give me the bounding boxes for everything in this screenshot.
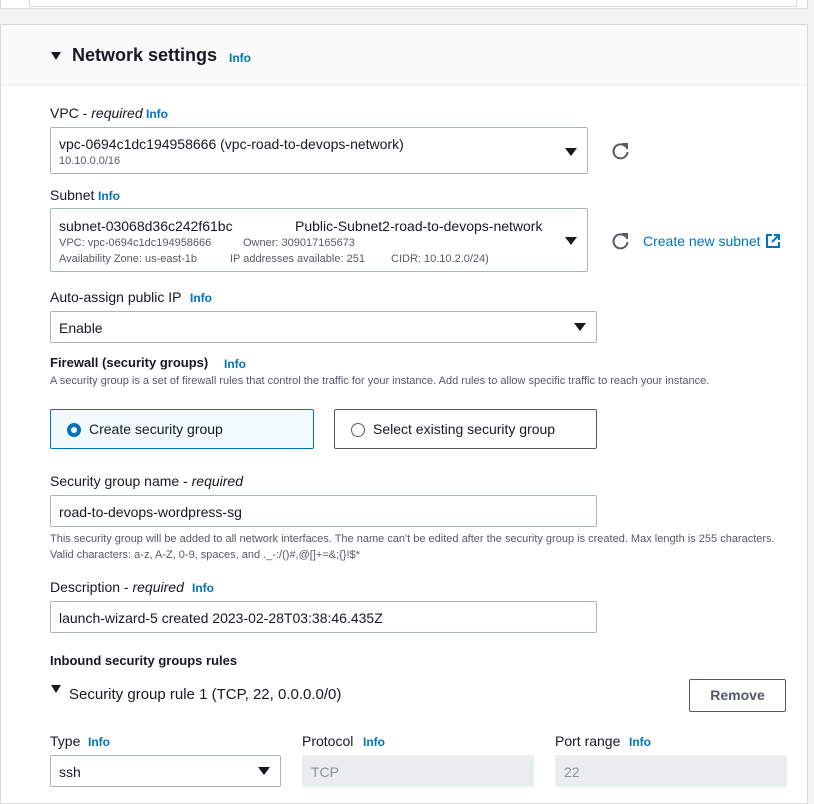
- remove-rule-button[interactable]: Remove: [689, 679, 786, 712]
- vpc-label: VPC - required: [50, 105, 143, 121]
- radio-unselected-icon[interactable]: [351, 423, 365, 437]
- caret-down-icon[interactable]: [51, 52, 61, 60]
- section-info-link[interactable]: Info: [229, 51, 251, 65]
- sg-name-input[interactable]: road-to-devops-wordpress-sg: [50, 495, 597, 527]
- section-title: Network settings: [72, 45, 218, 65]
- refresh-icon[interactable]: [611, 231, 631, 251]
- chevron-down-icon: [565, 237, 577, 245]
- type-info-link[interactable]: Info: [88, 735, 110, 749]
- auto-assign-info-link[interactable]: Info: [190, 291, 212, 305]
- chevron-down-icon: [574, 323, 586, 331]
- port-range-label: Port range: [555, 733, 621, 749]
- protocol-input: TCP: [302, 755, 534, 787]
- auto-assign-label: Auto-assign public IP: [50, 289, 182, 305]
- select-existing-security-group-option[interactable]: Select existing security group: [334, 409, 597, 449]
- caret-down-icon[interactable]: [51, 685, 61, 693]
- chevron-down-icon: [258, 767, 270, 775]
- sg-name-value: road-to-devops-wordpress-sg: [59, 504, 242, 520]
- port-range-value: 22: [564, 764, 580, 780]
- type-value: ssh: [59, 764, 81, 780]
- chevron-down-icon: [565, 148, 577, 156]
- subnet-cidr: CIDR: 10.10.2.0/24): [391, 253, 489, 265]
- sg-name-help: This security group will be added to all…: [50, 533, 775, 561]
- firewall-description: A security group is a set of firewall ru…: [50, 375, 710, 387]
- type-label: Type: [50, 733, 81, 749]
- vpc-info-link[interactable]: Info: [146, 107, 168, 121]
- description-value: launch-wizard-5 created 2023-02-28T03:38…: [59, 610, 383, 626]
- create-new-subnet-link[interactable]: Create new subnet: [643, 233, 761, 249]
- subnet-az: Availability Zone: us-east-1b: [59, 253, 197, 265]
- rule-title[interactable]: Security group rule 1 (TCP, 22, 0.0.0.0/…: [69, 686, 341, 703]
- description-info-link[interactable]: Info: [192, 581, 214, 595]
- sg-name-label: Security group name - required: [50, 473, 244, 489]
- auto-assign-select[interactable]: Enable: [50, 311, 597, 343]
- vpc-cidr: 10.10.0.0/16: [59, 155, 121, 167]
- protocol-label: Protocol: [302, 733, 354, 749]
- firewall-label: Firewall (security groups): [50, 355, 209, 370]
- port-range-input: 22: [555, 755, 787, 787]
- description-label: Description - required: [50, 579, 184, 595]
- vpc-select[interactable]: vpc-0694c1dc194958666 (vpc-road-to-devop…: [50, 127, 588, 174]
- radio-selected-icon[interactable]: [67, 423, 81, 437]
- panel-header[interactable]: Network settings Info: [1, 25, 807, 85]
- select-existing-security-group-label: Select existing security group: [373, 421, 556, 437]
- port-range-info-link[interactable]: Info: [629, 735, 651, 749]
- description-input[interactable]: launch-wizard-5 created 2023-02-28T03:38…: [50, 601, 597, 633]
- subnet-select[interactable]: subnet-03068d36c242f61bc Public-Subnet2-…: [50, 208, 588, 272]
- type-select[interactable]: ssh: [50, 755, 281, 787]
- inbound-heading: Inbound security groups rules: [50, 653, 238, 668]
- previous-panel: [0, 0, 808, 9]
- subnet-info-link[interactable]: Info: [98, 189, 120, 203]
- subnet-ips: IP addresses available: 251: [230, 253, 365, 265]
- auto-assign-value: Enable: [59, 320, 103, 336]
- refresh-icon[interactable]: [611, 141, 631, 161]
- subnet-label: Subnet: [50, 187, 95, 203]
- subnet-id: subnet-03068d36c242f61bc: [59, 218, 233, 234]
- protocol-value: TCP: [311, 764, 339, 780]
- subnet-name: Public-Subnet2-road-to-devops-network: [295, 218, 543, 234]
- create-security-group-option[interactable]: Create security group: [50, 409, 314, 449]
- external-link-icon[interactable]: [765, 233, 781, 249]
- vpc-value: vpc-0694c1dc194958666 (vpc-road-to-devop…: [59, 136, 404, 152]
- firewall-info-link[interactable]: Info: [224, 357, 246, 371]
- protocol-info-link[interactable]: Info: [363, 735, 385, 749]
- subnet-vpc: VPC: vpc-0694c1dc194958666: [59, 237, 212, 249]
- subnet-owner: Owner: 309017165673: [243, 237, 355, 249]
- create-security-group-label: Create security group: [89, 421, 223, 437]
